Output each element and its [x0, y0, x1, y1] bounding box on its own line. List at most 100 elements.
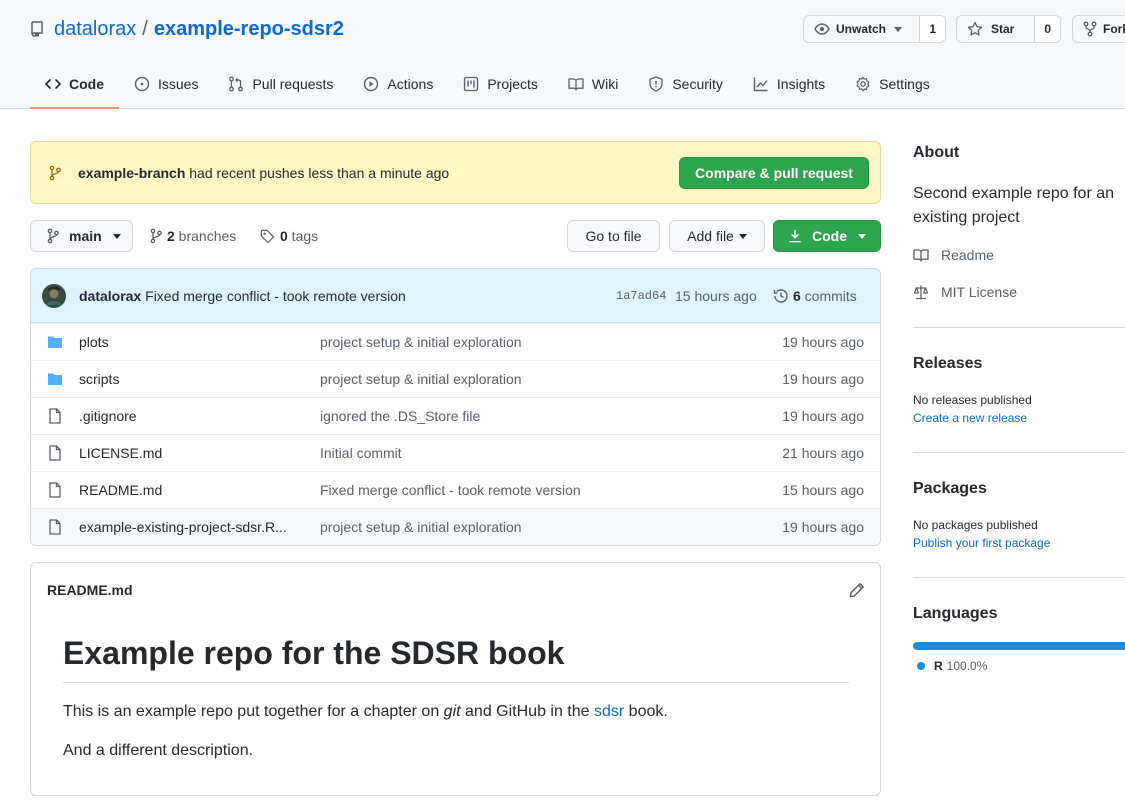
eye-icon [814, 21, 830, 37]
branches-label: branches [174, 228, 237, 244]
commit-time: 15 hours ago [675, 288, 757, 304]
tab-projects[interactable]: Projects [448, 60, 553, 108]
branch-icon [150, 228, 162, 244]
tags-count: 0 [280, 228, 288, 244]
repo-tabs: Code Issues Pull requests Actions Projec… [30, 60, 945, 109]
file-commit-message-link[interactable]: project setup & initial exploration [320, 371, 522, 387]
tab-security[interactable]: Security [633, 60, 738, 108]
tab-label: Code [69, 76, 104, 92]
commits-label: commits [800, 288, 857, 304]
tab-pull-requests[interactable]: Pull requests [213, 60, 348, 108]
banner-branch-name[interactable]: example-branch [78, 165, 185, 181]
add-file-button[interactable]: Add file [669, 220, 765, 252]
readme-panel: README.md Example repo for the SDSR book… [30, 562, 881, 796]
tab-label: Actions [387, 76, 434, 92]
file-age: 19 hours ago [782, 371, 864, 387]
file-row-readme[interactable]: README.md Fixed merge conflict - took re… [31, 471, 880, 508]
file-name-link[interactable]: .gitignore [79, 408, 304, 424]
repo-name-link[interactable]: example-repo-sdsr2 [154, 18, 344, 41]
file-row-plots[interactable]: plots project setup & initial exploratio… [31, 323, 880, 360]
star-button[interactable]: Star 0 [956, 15, 1061, 43]
create-release-link[interactable]: Create a new release [913, 411, 1027, 425]
file-age: 19 hours ago [782, 408, 864, 424]
tag-icon [260, 229, 275, 244]
chevron-down-icon [894, 26, 903, 32]
watch-count[interactable]: 1 [919, 16, 945, 42]
branches-link[interactable]: 2 branches [150, 227, 236, 245]
publish-package-link[interactable]: Publish your first package [913, 536, 1050, 550]
play-icon [363, 76, 387, 92]
repo-title: datalorax / example-repo-sdsr2 [30, 16, 344, 42]
commits-link[interactable]: 6 commits [773, 288, 857, 304]
fork-button[interactable]: Fork [1072, 15, 1125, 43]
file-age: 15 hours ago [782, 482, 864, 498]
license-link[interactable]: MIT License [913, 284, 1017, 300]
banner-message: had recent pushes less than a minute ago [185, 164, 450, 181]
tab-label: Pull requests [252, 76, 334, 92]
repo-owner-link[interactable]: datalorax [54, 18, 136, 41]
sdsr-link[interactable]: sdsr [594, 703, 624, 720]
chevron-down-icon [112, 233, 121, 239]
tab-issues[interactable]: Issues [119, 60, 213, 108]
language-bar-segment-r [913, 642, 1125, 650]
branch-select-button[interactable]: main [30, 220, 133, 252]
readme-sidebar-link[interactable]: Readme [913, 247, 994, 263]
file-row-license[interactable]: LICENSE.md Initial commit 21 hours ago [31, 434, 880, 471]
tab-actions[interactable]: Actions [348, 60, 448, 108]
code-download-button[interactable]: Code [773, 220, 881, 252]
commit-sha-link[interactable]: 1a7ad64 [616, 289, 666, 303]
tab-insights[interactable]: Insights [738, 60, 840, 108]
tab-wiki[interactable]: Wiki [553, 60, 633, 108]
go-to-file-button[interactable]: Go to file [567, 220, 660, 252]
code-button-label: Code [812, 228, 847, 244]
commit-author-link[interactable]: datalorax [79, 288, 141, 304]
branch-icon [47, 228, 59, 244]
language-color-dot [917, 662, 925, 670]
languages-heading: Languages [913, 605, 998, 622]
no-releases-text: No releases published [913, 393, 1032, 407]
readme-paragraph-2: And a different description. [63, 742, 254, 759]
file-icon [47, 519, 63, 535]
file-commit-message-link[interactable]: project setup & initial exploration [320, 334, 522, 350]
packages-heading[interactable]: Packages [913, 480, 987, 498]
tags-link[interactable]: 0 tags [260, 227, 318, 245]
sidebar-divider [913, 577, 1125, 578]
commit-message-link[interactable]: Fixed merge conflict - took remote versi… [145, 288, 406, 304]
tab-settings[interactable]: Settings [840, 60, 945, 108]
download-icon [788, 229, 802, 243]
file-commit-message-link[interactable]: Fixed merge conflict - took remote versi… [320, 482, 581, 498]
file-row-scripts[interactable]: scripts project setup & initial explorat… [31, 360, 880, 397]
compare-pull-request-button[interactable]: Compare & pull request [679, 157, 869, 189]
language-item-r[interactable]: R 100.0% [913, 659, 987, 673]
graph-icon [753, 76, 777, 92]
pencil-icon[interactable] [849, 582, 865, 598]
unwatch-button[interactable]: Unwatch 1 [803, 15, 946, 43]
pull-request-icon [228, 76, 252, 92]
releases-heading[interactable]: Releases [913, 355, 982, 373]
readme-text: book. [624, 703, 668, 720]
latest-commit-bar: datalorax Fixed merge conflict - took re… [31, 269, 880, 323]
law-icon [913, 284, 929, 300]
file-icon [47, 408, 63, 424]
file-table: datalorax Fixed merge conflict - took re… [30, 268, 881, 546]
fork-icon [1083, 21, 1097, 37]
star-count[interactable]: 0 [1034, 16, 1060, 42]
file-name-link[interactable]: plots [79, 334, 304, 350]
file-name-link[interactable]: LICENSE.md [79, 445, 304, 461]
file-name-link[interactable]: example-existing-project-sdsr.R... [79, 519, 304, 535]
add-file-label: Add file [687, 228, 734, 244]
file-name-link[interactable]: README.md [79, 482, 304, 498]
tab-label: Wiki [591, 76, 619, 92]
file-commit-message-link[interactable]: project setup & initial exploration [320, 519, 522, 535]
file-commit-message-link[interactable]: Initial commit [320, 445, 402, 461]
tab-label: Issues [158, 76, 199, 92]
file-name-link[interactable]: scripts [79, 371, 304, 387]
file-commit-message-link[interactable]: ignored the .DS_Store file [320, 408, 480, 424]
avatar[interactable] [42, 284, 66, 308]
heading-divider [63, 682, 849, 683]
tab-code[interactable]: Code [30, 60, 119, 109]
file-row-gitignore[interactable]: .gitignore ignored the .DS_Store file 19… [31, 397, 880, 434]
branch-icon [49, 165, 61, 181]
file-row-rproj[interactable]: example-existing-project-sdsr.R... proje… [31, 508, 880, 545]
readme-text: and GitHub in the [460, 703, 594, 720]
